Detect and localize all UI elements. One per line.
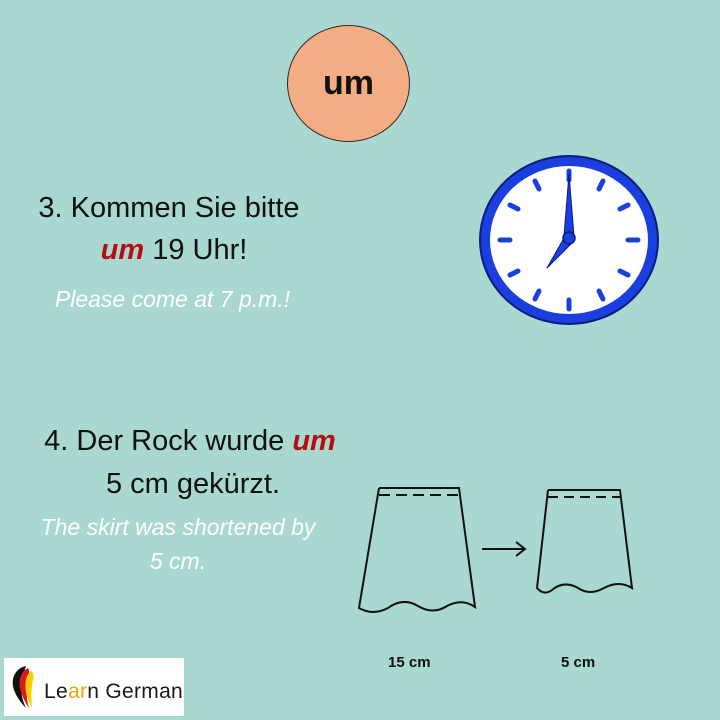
learn-german-logo: Learn German xyxy=(4,658,184,716)
example3-line2: um 19 Uhr! xyxy=(0,234,348,267)
arrow-right-icon xyxy=(482,541,527,557)
example4-translation-line1: The skirt was shortened by xyxy=(40,514,316,540)
example4-line1: 4. Der Rock wurde um xyxy=(0,425,380,458)
logo-text-part3: n German xyxy=(87,680,184,703)
long-skirt-icon xyxy=(357,487,477,613)
example4-translation-line2: 5 cm. xyxy=(149,548,207,574)
example3-line2-rest: 19 Uhr! xyxy=(144,234,248,266)
long-skirt-label: 15 cm xyxy=(388,654,431,671)
word-title: um xyxy=(323,64,374,102)
example4-line2: 5 cm gekürzt. xyxy=(105,468,281,500)
clock-icon xyxy=(479,155,659,325)
logo-text-part1: Le xyxy=(44,680,68,703)
short-skirt-icon xyxy=(535,489,634,594)
example4-line1-start: 4. Der Rock wurde xyxy=(44,425,293,457)
example3-line1: 3. Kommen Sie bitte xyxy=(38,192,300,224)
short-skirt-label: 5 cm xyxy=(561,654,596,671)
example3-translation: Please come at 7 p.m.! xyxy=(54,286,291,312)
germany-flag-icon xyxy=(12,666,34,708)
example4-highlight: um xyxy=(292,425,336,457)
logo-text-part2: ar xyxy=(67,680,88,703)
example3-highlight: um xyxy=(100,234,145,266)
word-bubble: um xyxy=(287,25,410,142)
logo-text: Learn German xyxy=(44,680,183,704)
